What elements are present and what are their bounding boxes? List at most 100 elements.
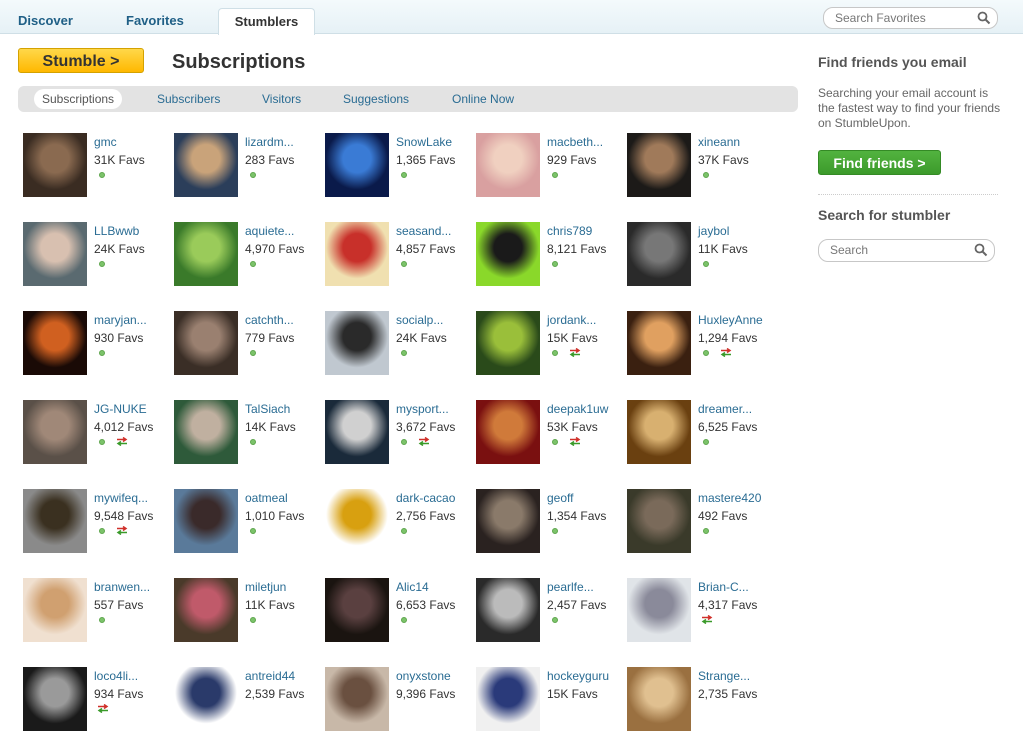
avatar[interactable] (627, 222, 691, 286)
avatar[interactable] (325, 667, 389, 731)
stumbler-name-link[interactable]: pearlfe... (547, 580, 594, 594)
online-status-icon (401, 172, 407, 178)
stumbler-card: socialp... 24K Favs (325, 311, 475, 396)
stumbler-card: HuxleyAnne 1,294 Favs (627, 311, 777, 396)
stumbler-card: deepak1uw 53K Favs (476, 400, 626, 485)
stumbler-name-link[interactable]: geoff (547, 491, 573, 505)
stumbler-name-link[interactable]: mastere420 (698, 491, 761, 505)
stumbler-name-link[interactable]: seasand... (396, 224, 451, 238)
avatar[interactable] (476, 667, 540, 731)
avatar[interactable] (174, 311, 238, 375)
online-status-icon (401, 528, 407, 534)
avatar[interactable] (174, 578, 238, 642)
tab-favorites[interactable]: Favorites (126, 8, 184, 33)
avatar[interactable] (627, 133, 691, 197)
avatar[interactable] (325, 578, 389, 642)
stumbler-name-link[interactable]: Alic14 (396, 580, 429, 594)
stumbler-name-link[interactable]: TalSiach (245, 402, 290, 416)
stumbler-name-link[interactable]: mywifeq... (94, 491, 148, 505)
avatar[interactable] (476, 400, 540, 464)
stumbler-name-link[interactable]: dark-cacao (396, 491, 455, 505)
stumble-button[interactable]: Stumble > (18, 48, 144, 73)
avatar[interactable] (23, 133, 87, 197)
online-status-icon (552, 439, 558, 445)
stumbler-name-link[interactable]: JG-NUKE (94, 402, 147, 416)
find-friends-button[interactable]: Find friends > (818, 150, 941, 175)
stumbler-name-link[interactable]: jaybol (698, 224, 729, 238)
tab-stumblers[interactable]: Stumblers (218, 8, 315, 35)
stumbler-name-link[interactable]: mysport... (396, 402, 449, 416)
avatar[interactable] (476, 489, 540, 553)
search-icon[interactable] (977, 11, 991, 25)
favs-count: 2,457 Favs (547, 598, 607, 612)
avatar[interactable] (476, 578, 540, 642)
favs-count: 929 Favs (547, 153, 597, 167)
avatar[interactable] (325, 222, 389, 286)
avatar[interactable] (174, 133, 238, 197)
avatar[interactable] (627, 311, 691, 375)
avatar[interactable] (174, 222, 238, 286)
stumbler-name-link[interactable]: lizardm... (245, 135, 294, 149)
stumbler-name-link[interactable]: deepak1uw (547, 402, 608, 416)
avatar[interactable] (627, 489, 691, 553)
stumbler-card: catchth... 779 Favs (174, 311, 324, 396)
avatar[interactable] (23, 400, 87, 464)
search-icon[interactable] (974, 243, 988, 257)
stumbler-name-link[interactable]: antreid44 (245, 669, 295, 683)
stumbler-name-link[interactable]: Strange... (698, 669, 750, 683)
stumbler-name-link[interactable]: aquiete... (245, 224, 294, 238)
subnav-online-now[interactable]: Online Now (452, 86, 514, 112)
avatar[interactable] (23, 667, 87, 731)
avatar[interactable] (627, 578, 691, 642)
favs-count: 557 Favs (94, 598, 144, 612)
avatar[interactable] (23, 489, 87, 553)
stumbler-name-link[interactable]: dreamer... (698, 402, 752, 416)
avatar[interactable] (627, 667, 691, 731)
subnav-subscribers[interactable]: Subscribers (157, 86, 220, 112)
avatar[interactable] (23, 311, 87, 375)
stumbler-name-link[interactable]: LLBwwb (94, 224, 139, 238)
favs-count: 14K Favs (245, 420, 296, 434)
subnav-visitors[interactable]: Visitors (262, 86, 301, 112)
stumbler-name-link[interactable]: xineann (698, 135, 740, 149)
stumbler-name-link[interactable]: hockeyguru (547, 669, 609, 683)
subnav-suggestions[interactable]: Suggestions (343, 86, 409, 112)
stumbler-name-link[interactable]: miletjun (245, 580, 286, 594)
favs-count: 2,539 Favs (245, 687, 305, 701)
stumbler-name-link[interactable]: oatmeal (245, 491, 288, 505)
stumbler-name-link[interactable]: chris789 (547, 224, 592, 238)
avatar[interactable] (174, 489, 238, 553)
avatar[interactable] (325, 489, 389, 553)
stumbler-card: lizardm... 283 Favs (174, 133, 324, 218)
stumbler-name-link[interactable]: catchth... (245, 313, 294, 327)
stumbler-name-link[interactable]: macbeth... (547, 135, 603, 149)
search-favorites-input[interactable]: Search Favorites (823, 7, 998, 29)
avatar[interactable] (476, 133, 540, 197)
stumbler-name-link[interactable]: socialp... (396, 313, 443, 327)
stumbler-name-link[interactable]: gmc (94, 135, 117, 149)
avatar[interactable] (325, 133, 389, 197)
avatar[interactable] (325, 400, 389, 464)
stumbler-name-link[interactable]: onyxstone (396, 669, 451, 683)
stumbler-name-link[interactable]: loco4li... (94, 669, 138, 683)
avatar[interactable] (476, 222, 540, 286)
avatar[interactable] (476, 311, 540, 375)
stumbler-name-link[interactable]: branwen... (94, 580, 150, 594)
avatar[interactable] (627, 400, 691, 464)
tab-discover[interactable]: Discover (18, 8, 73, 33)
top-navigation-bar: Discover Favorites Stumblers Search Favo… (0, 0, 1023, 35)
stumbler-name-link[interactable]: jordank... (547, 313, 596, 327)
stumbler-card: SnowLake 1,365 Favs (325, 133, 475, 218)
avatar[interactable] (174, 667, 238, 731)
online-status-icon (552, 528, 558, 534)
avatar[interactable] (23, 578, 87, 642)
avatar[interactable] (23, 222, 87, 286)
stumbler-name-link[interactable]: maryjan... (94, 313, 147, 327)
avatar[interactable] (174, 400, 238, 464)
subnav-subscriptions[interactable]: Subscriptions (34, 89, 123, 109)
stumbler-name-link[interactable]: SnowLake (396, 135, 452, 149)
search-stumbler-input[interactable]: Search (818, 239, 995, 262)
avatar[interactable] (325, 311, 389, 375)
stumbler-name-link[interactable]: Brian-C... (698, 580, 749, 594)
stumbler-name-link[interactable]: HuxleyAnne (698, 313, 763, 327)
